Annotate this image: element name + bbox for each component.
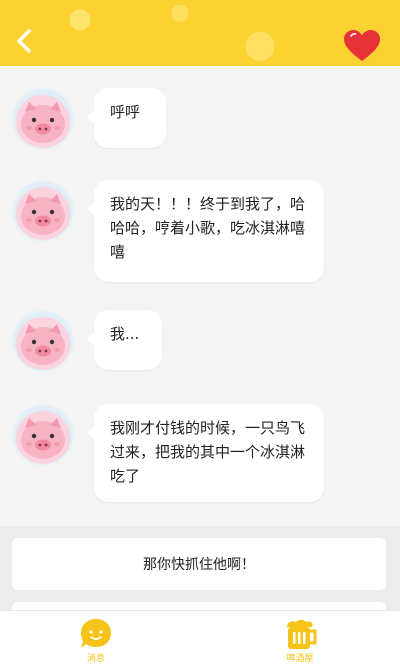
- message-row: 我...: [0, 310, 400, 374]
- pig-face-icon: [21, 418, 65, 459]
- top-bar: [0, 0, 400, 66]
- pig-face-icon: [21, 194, 65, 235]
- chat-face-icon: [81, 619, 111, 648]
- reply-options-panel: 那你快抓住他啊！: [0, 526, 400, 614]
- avatar: [12, 88, 74, 150]
- back-button[interactable]: [10, 25, 38, 57]
- chevron-left-icon: [17, 29, 31, 53]
- message-row: 呼呼: [0, 88, 400, 156]
- message-row: 我刚才付钱的时候，一只鸟飞过来，把我的其中一个冰淇淋吃了: [0, 404, 400, 504]
- pig-face-icon: [21, 324, 65, 365]
- pig-face-icon: [21, 102, 65, 143]
- avatar: [12, 180, 74, 242]
- avatar: [12, 310, 74, 372]
- bottom-tab-bar: 消息 啤酒屋: [0, 610, 400, 668]
- tab-messages[interactable]: 消息: [56, 617, 136, 667]
- chat-area: 呼呼 我的天！！！终于到我了，哈哈哈，哼着小歌，吃冰淇淋嘻嘻 我... 我刚才付…: [0, 66, 400, 526]
- favorite-button[interactable]: [342, 28, 382, 64]
- message-bubble: 我的天！！！终于到我了，哈哈哈，哼着小歌，吃冰淇淋嘻嘻: [87, 180, 324, 282]
- heart-icon: [344, 30, 380, 61]
- message-row: 我的天！！！终于到我了，哈哈哈，哼着小歌，吃冰淇淋嘻嘻: [0, 180, 400, 290]
- tab-label: 消息: [86, 654, 105, 664]
- beer-mug-icon: [287, 619, 317, 649]
- message-bubble: 我...: [87, 310, 162, 370]
- avatar: [12, 404, 74, 466]
- reply-option-button[interactable]: 那你快抓住他啊！: [12, 538, 386, 590]
- tab-label: 啤酒屋: [286, 654, 314, 664]
- tab-beer-house[interactable]: 啤酒屋: [260, 617, 340, 667]
- message-bubble: 我刚才付钱的时候，一只鸟飞过来，把我的其中一个冰淇淋吃了: [87, 404, 324, 502]
- message-bubble: 呼呼: [87, 88, 166, 148]
